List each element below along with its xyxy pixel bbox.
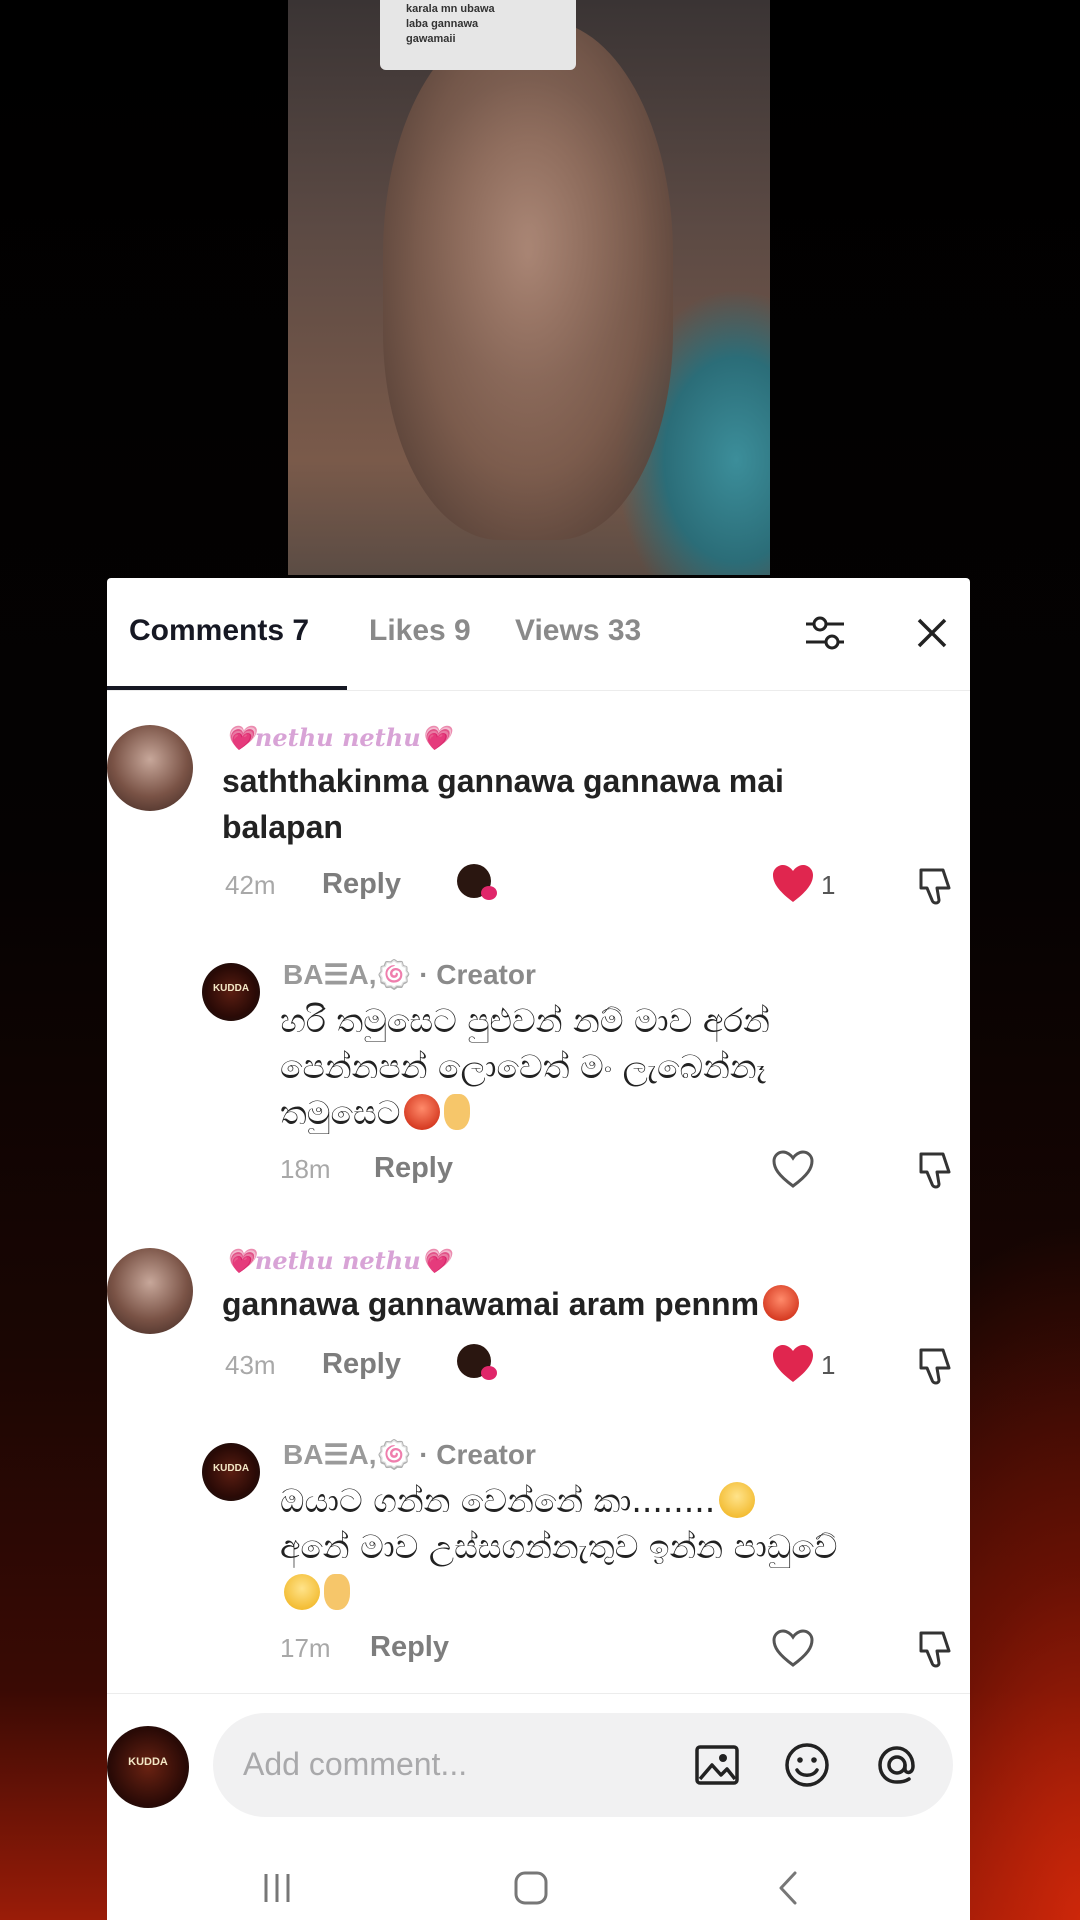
emoji-icon[interactable] xyxy=(781,1739,833,1791)
finger-emoji-icon xyxy=(324,1574,350,1610)
creator-tag: · Creator xyxy=(419,959,536,990)
angry-emoji-icon xyxy=(404,1094,441,1130)
comment-text: saththakinma gannawa gannawa mai balapan xyxy=(222,758,784,850)
panel-tabs: Comments 7 Likes 9 Views 33 xyxy=(107,578,970,691)
reply-button[interactable]: Reply xyxy=(374,1152,453,1185)
reply-username[interactable]: BA☰A,🍥 · Creator xyxy=(283,958,536,991)
image-icon[interactable] xyxy=(691,1739,743,1791)
tab-views[interactable]: Views 33 xyxy=(515,614,641,648)
active-tab-indicator xyxy=(107,686,347,690)
shy-emoji-icon xyxy=(719,1482,756,1518)
heart-outline-icon[interactable] xyxy=(771,1150,815,1190)
comment-text-line: saththakinma gannawa gannawa mai xyxy=(222,763,784,799)
comment-username[interactable]: 💗nethu nethu💗 xyxy=(225,1246,451,1275)
sliders-icon[interactable] xyxy=(800,608,850,658)
avatar-text: KUDDA xyxy=(128,1756,168,1768)
avatar-text: KUDDA xyxy=(212,983,250,994)
heart-filled-icon[interactable] xyxy=(771,864,815,904)
comment-text-line: gannawa gannawamai aram pennm xyxy=(222,1286,760,1322)
angry-emoji-icon xyxy=(763,1285,800,1321)
reply-button[interactable]: Reply xyxy=(322,868,401,901)
creator-avatar[interactable]: KUDDA xyxy=(202,963,260,1021)
close-icon[interactable] xyxy=(907,608,957,658)
comment-input[interactable]: Add comment... xyxy=(213,1713,953,1817)
reply-text: ඔයාට ගන්න වෙන්නේ කා........ අනේ මාව උස්ස… xyxy=(280,1478,838,1616)
creator-name: BA☰A,🍥 xyxy=(283,959,412,990)
shy-emoji-icon xyxy=(284,1574,320,1610)
dislike-icon[interactable] xyxy=(913,1344,957,1388)
creator-liked-badge xyxy=(457,864,497,900)
reply-username[interactable]: BA☰A,🍥 · Creator xyxy=(283,1438,536,1471)
back-icon[interactable] xyxy=(769,1868,809,1908)
reply-time: 17m xyxy=(280,1633,331,1663)
creator-name: BA☰A,🍥 xyxy=(283,1439,412,1470)
reply-text-line: හරි තමුසෙට පුළුවන් නම් මාව අරන් xyxy=(280,1001,770,1040)
comment-text-line: balapan xyxy=(222,809,343,845)
comment-input-placeholder: Add comment... xyxy=(243,1746,468,1782)
my-avatar[interactable]: KUDDA xyxy=(107,1726,189,1808)
composer-divider xyxy=(107,1693,970,1694)
caption-line: karala mn ubawa xyxy=(406,3,495,15)
creator-tag: · Creator xyxy=(419,1439,536,1470)
reply-text-line xyxy=(280,1570,838,1616)
reply-text: හරි තමුසෙට පුළුවන් නම් මාව අරන් පෙන්නපන්… xyxy=(280,998,770,1136)
heart-filled-icon[interactable] xyxy=(771,1344,815,1384)
comments-panel: Comments 7 Likes 9 Views 33 💗nethu nethu… xyxy=(107,578,970,1920)
dislike-icon[interactable] xyxy=(913,864,957,908)
reply-text-line: ඔයාට ගන්න වෙන්නේ කා........ xyxy=(280,1478,838,1524)
video-background-photo: karala mn ubawa laba gannawa gawamaii xyxy=(288,0,770,575)
reply-text-line: පෙන්නපන් ලොවෙත් මං ලැබෙන්නෑ xyxy=(280,1047,766,1086)
creator-liked-badge xyxy=(457,1344,497,1380)
like-count: 1 xyxy=(821,870,836,900)
comment-text: gannawa gannawamai aram pennm xyxy=(222,1281,800,1327)
system-nav-bar xyxy=(107,1858,970,1920)
at-icon[interactable] xyxy=(871,1739,923,1791)
avatar-text: KUDDA xyxy=(212,1463,250,1474)
avatar[interactable] xyxy=(107,1248,193,1334)
home-icon[interactable] xyxy=(511,1868,551,1908)
reply-text-end: තමුසෙට xyxy=(280,1093,401,1132)
avatar[interactable] xyxy=(107,725,193,811)
tab-comments[interactable]: Comments 7 xyxy=(129,614,309,648)
reply-time: 18m xyxy=(280,1154,331,1184)
caption-line: laba gannawa xyxy=(406,18,479,30)
video-caption-sticker: karala mn ubawa laba gannawa gawamaii xyxy=(380,0,576,70)
reply-text-line: තමුසෙට xyxy=(280,1090,770,1136)
caption-line: gawamaii xyxy=(406,33,456,45)
dislike-icon[interactable] xyxy=(913,1148,957,1192)
creator-avatar[interactable]: KUDDA xyxy=(202,1443,260,1501)
comment-time: 43m xyxy=(225,1350,276,1380)
reply-text-start: ඔයාට ගන්න වෙන්නේ කා........ xyxy=(280,1481,716,1520)
person-photo xyxy=(383,20,673,540)
heart-outline-icon[interactable] xyxy=(771,1629,815,1669)
reply-button[interactable]: Reply xyxy=(370,1631,449,1664)
comment-time: 42m xyxy=(225,870,276,900)
finger-emoji-icon xyxy=(444,1094,471,1130)
reply-text-line: අනේ මාව උස්සගන්නැතුව ඉන්න පාඩුවේ xyxy=(280,1527,838,1566)
dislike-icon[interactable] xyxy=(913,1627,957,1671)
like-count: 1 xyxy=(821,1350,836,1380)
reply-button[interactable]: Reply xyxy=(322,1348,401,1381)
recent-apps-icon[interactable] xyxy=(257,1868,297,1908)
tab-likes[interactable]: Likes 9 xyxy=(369,614,471,648)
comment-username[interactable]: 💗nethu nethu💗 xyxy=(225,723,451,752)
